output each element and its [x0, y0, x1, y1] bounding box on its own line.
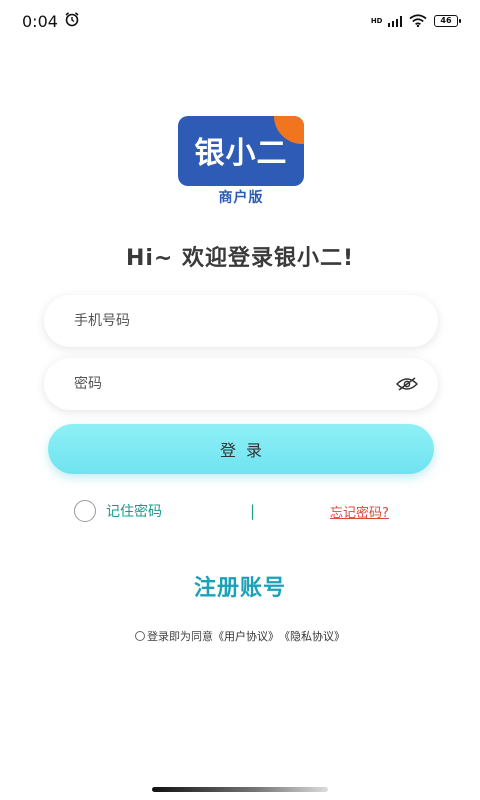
status-time: 0:04 — [22, 11, 58, 31]
register-link[interactable]: 注册账号 — [0, 570, 480, 602]
app-logo: 银小二 商户版 — [178, 116, 304, 208]
wifi-icon — [409, 12, 427, 31]
welcome-heading: Hi~ 欢迎登录银小二! — [125, 246, 355, 271]
status-left: 0:04 — [22, 11, 80, 31]
home-indicator[interactable] — [152, 787, 328, 792]
remember-radio[interactable] — [74, 500, 96, 522]
password-input[interactable] — [74, 376, 396, 392]
logo-subtitle: 商户版 — [218, 190, 264, 206]
password-field-container — [44, 358, 438, 410]
agreement-prefix: 登录即为同意 — [147, 630, 213, 643]
eye-off-icon[interactable] — [396, 377, 418, 391]
status-right: HD 46 — [370, 12, 461, 31]
battery-icon: 46 — [434, 15, 461, 27]
login-button[interactable]: 登录 — [48, 424, 434, 474]
agreement-row: 登录即为同意 《用户协议》 《隐私协议》 — [0, 628, 480, 644]
remember-password-label: 记住密码 — [106, 504, 162, 520]
remember-password-toggle[interactable]: 记住密码 — [74, 500, 162, 522]
status-bar: 0:04 HD 46 — [0, 0, 480, 42]
user-agreement-link[interactable]: 《用户协议》 — [213, 628, 279, 644]
phone-input[interactable] — [74, 313, 418, 329]
signal-icon — [387, 15, 402, 27]
alarm-icon — [64, 11, 80, 31]
divider: | — [250, 502, 256, 520]
agreement-checkbox[interactable] — [135, 631, 145, 641]
phone-field-container — [44, 295, 438, 347]
logo-badge: 银小二 — [178, 116, 304, 186]
forgot-password-link[interactable]: 忘记密码? — [330, 502, 389, 521]
network-type-badge: HD — [370, 16, 383, 25]
logo-title: 银小二 — [194, 136, 288, 171]
privacy-policy-link[interactable]: 《隐私协议》 — [279, 628, 345, 644]
